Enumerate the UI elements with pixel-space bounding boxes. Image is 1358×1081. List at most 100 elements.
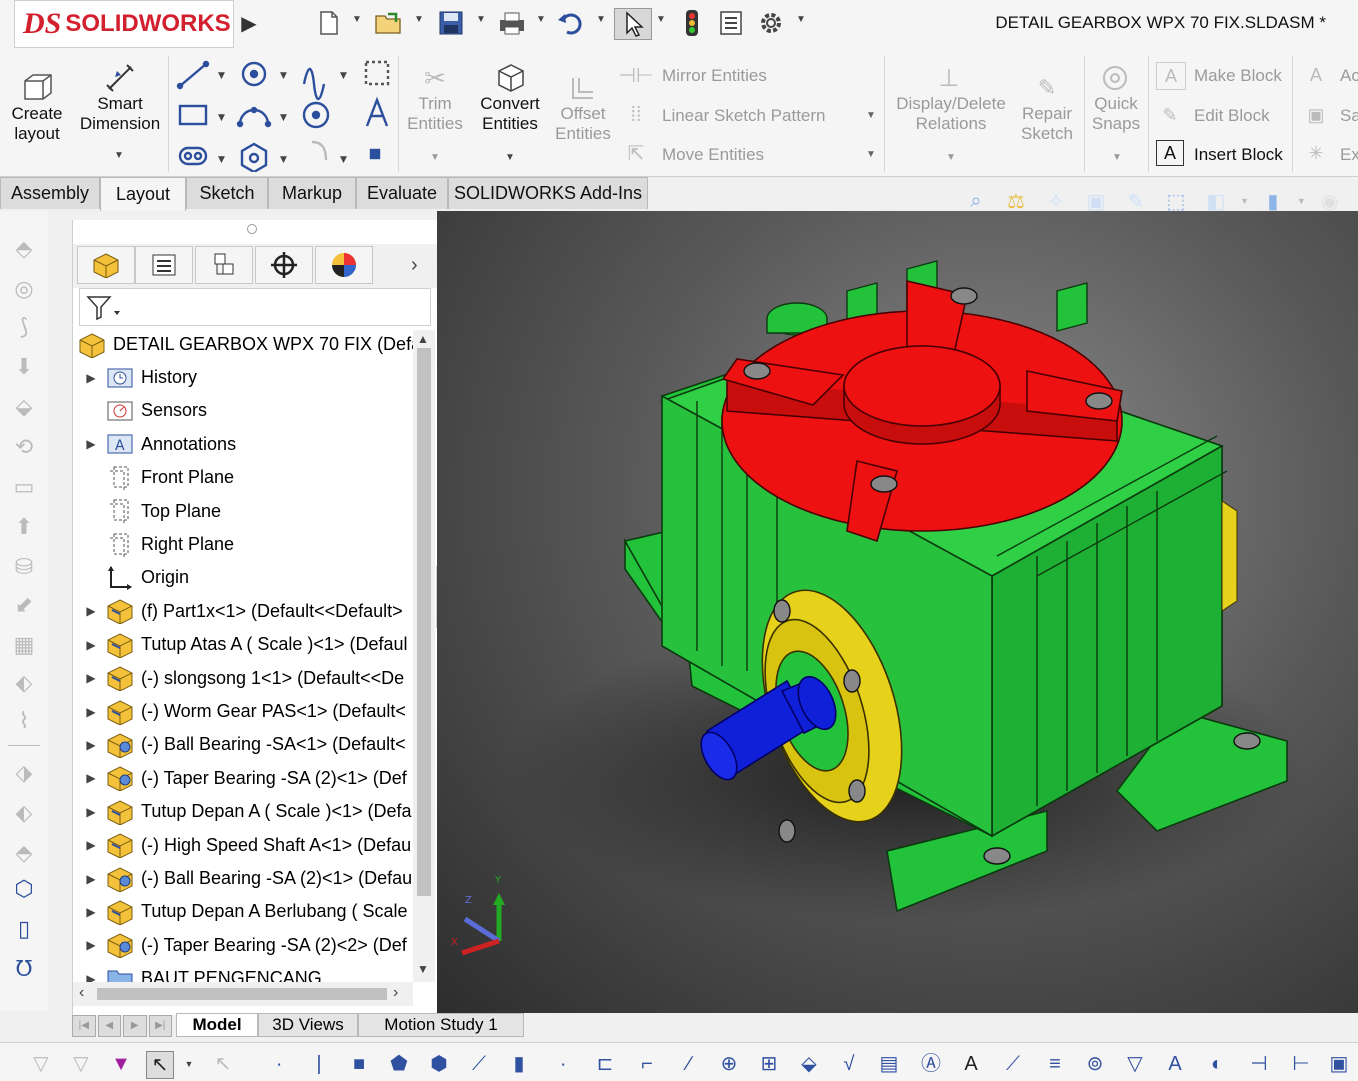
filter-cosmetic-threads-icon[interactable]: ≡ xyxy=(1042,1051,1068,1077)
expand-arrow-icon[interactable]: ▶ xyxy=(77,938,105,952)
tree-item[interactable]: Right Plane xyxy=(73,528,413,561)
solidworks-logo[interactable]: DS SOLIDWORKS xyxy=(14,0,234,48)
filter-routing-points-icon[interactable]: ◐ xyxy=(1204,1051,1230,1077)
tree-item[interactable]: ▶ (-) Worm Gear PAS<1> (Default< xyxy=(73,695,413,728)
tree-item[interactable]: ▶ (-) High Speed Shaft A<1> (Defau xyxy=(73,829,413,862)
add-remove-button[interactable]: Ac xyxy=(1340,66,1358,86)
filter-midpoints-icon[interactable]: ⌐ xyxy=(634,1051,660,1077)
display-manager-tab-icon[interactable] xyxy=(315,246,373,284)
filter-axes-icon[interactable]: ⟋ xyxy=(466,1051,492,1077)
expand-arrow-icon[interactable]: ▶ xyxy=(77,604,105,618)
configuration-manager-tab-icon[interactable] xyxy=(195,246,253,284)
create-layout-button[interactable]: Create layout xyxy=(4,104,70,144)
previous-view-icon[interactable]: ✧ xyxy=(1040,186,1072,216)
filter-surface-finish-icon[interactable]: ⬙ xyxy=(796,1051,822,1077)
tree-item[interactable]: ▶ History xyxy=(73,361,413,394)
smart-dimension-dropdown-icon[interactable]: ▼ xyxy=(114,150,124,161)
scroll-right-icon[interactable]: › xyxy=(393,984,398,1002)
tree-horizontal-scrollbar[interactable]: ‹ › xyxy=(73,982,413,1006)
mate-icon[interactable]: ◎ xyxy=(10,275,38,303)
display-style-icon[interactable]: ◧ xyxy=(1200,186,1232,216)
exploded-view-icon[interactable]: ⬖ xyxy=(10,669,38,697)
filter-center-marks-icon[interactable]: ∕ xyxy=(676,1051,702,1077)
reference-geometry-icon[interactable]: ⛁ xyxy=(10,553,38,581)
expand-arrow-icon[interactable]: ▶ xyxy=(77,738,105,752)
tree-item[interactable]: ▶ (-) Taper Bearing -SA (2)<2> (Def xyxy=(73,929,413,962)
filter-vertices-icon[interactable]: ∙ xyxy=(266,1051,292,1077)
select-dropdown-icon[interactable]: ▼ xyxy=(656,14,666,25)
assembly-features-icon[interactable]: ⬆ xyxy=(10,513,38,541)
clearance-verification-icon[interactable]: ⬖ xyxy=(10,799,38,827)
tree-item[interactable]: ▶ BAUT PENGENCANG xyxy=(73,962,413,982)
gearbox-model[interactable]: Y Z X xyxy=(437,211,1358,1013)
filter-datum-targets-icon[interactable]: ⟋ xyxy=(1000,1051,1026,1077)
rebuild-icon[interactable] xyxy=(680,8,704,38)
file-properties-icon[interactable] xyxy=(716,8,746,38)
filter-solid-bodies-icon[interactable]: ⬢ xyxy=(426,1051,452,1077)
pattern-dropdown-icon[interactable]: ▼ xyxy=(866,110,876,121)
more-tabs-chevron-icon[interactable]: › xyxy=(411,254,418,277)
open-dropdown-icon[interactable]: ▼ xyxy=(414,14,424,25)
linear-pattern-icon[interactable]: ⬇ xyxy=(10,353,38,381)
new-dropdown-icon[interactable]: ▼ xyxy=(352,14,362,25)
filter-centerline-icon[interactable]: ⊕ xyxy=(716,1051,742,1077)
filter-surface-bodies-icon[interactable]: ⬟ xyxy=(386,1051,412,1077)
tab-assembly[interactable]: Assembly xyxy=(0,177,100,209)
graphics-viewport[interactable]: Y Z X xyxy=(437,211,1358,1013)
save-dropdown-icon[interactable]: ▼ xyxy=(476,14,486,25)
tree-item[interactable]: ▶ (-) Taper Bearing -SA (2)<1> (Def xyxy=(73,762,413,795)
linear-sketch-pattern-button[interactable]: Linear Sketch Pattern xyxy=(662,106,825,126)
filter-mesh-vertices-icon[interactable]: ▣ xyxy=(1326,1051,1352,1077)
tab-model[interactable]: Model xyxy=(176,1013,258,1037)
horizontal-scroll-thumb[interactable] xyxy=(97,988,387,1000)
prev-tab-icon[interactable]: ◀ xyxy=(97,1015,121,1037)
tree-item[interactable]: Front Plane xyxy=(73,461,413,494)
expand-arrow-icon[interactable]: ▶ xyxy=(77,638,105,652)
large-assembly-icon[interactable]: ▯ xyxy=(10,915,38,943)
trim-entities-button[interactable]: Trim Entities xyxy=(402,94,468,134)
property-manager-tab-icon[interactable] xyxy=(135,246,193,284)
explode-line-sketch-icon[interactable]: ⌇ xyxy=(10,707,38,735)
select-dropdown-icon[interactable]: ▼ xyxy=(176,1051,202,1077)
first-tab-icon[interactable]: |◀ xyxy=(72,1015,96,1037)
options-dropdown-icon[interactable]: ▼ xyxy=(796,14,806,25)
move-dropdown-icon[interactable]: ▼ xyxy=(866,149,876,160)
last-tab-icon[interactable]: ▶| xyxy=(148,1015,172,1037)
repair-sketch-button[interactable]: Repair Sketch xyxy=(1014,104,1080,144)
tree-item[interactable]: Top Plane xyxy=(73,495,413,528)
interference-detection-icon[interactable]: ⬗ xyxy=(10,759,38,787)
section-view-icon[interactable]: ▣ xyxy=(1080,186,1112,216)
save-icon[interactable] xyxy=(436,8,466,38)
tree-item[interactable]: ▶ (-) Ball Bearing -SA<1> (Default< xyxy=(73,728,413,761)
tab-evaluate[interactable]: Evaluate xyxy=(356,177,448,209)
speedpak-icon[interactable]: ℧ xyxy=(10,955,38,983)
filter-notes-icon[interactable]: ▤ xyxy=(876,1051,902,1077)
move-component-icon[interactable]: ⟲ xyxy=(10,433,38,461)
tree-item[interactable]: ▶ (-) Ball Bearing -SA (2)<1> (Defau xyxy=(73,862,413,895)
convert-dropdown-icon[interactable]: ▼ xyxy=(505,152,515,163)
scroll-down-icon[interactable]: ▼ xyxy=(417,962,429,976)
filter-sketch-segments-icon[interactable]: ⊏ xyxy=(592,1051,618,1077)
new-motion-study-icon[interactable]: ⬋ xyxy=(10,591,38,619)
move-entities-button[interactable]: Move Entities xyxy=(662,145,764,165)
bill-of-materials-icon[interactable]: ▦ xyxy=(10,631,38,659)
make-block-button[interactable]: Make Block xyxy=(1194,66,1282,86)
options-icon[interactable] xyxy=(756,8,786,38)
tab-solidworks-add-ins[interactable]: SOLIDWORKS Add-Ins xyxy=(448,177,648,209)
filter-mesh-facets-icon[interactable]: ⊣ xyxy=(1246,1051,1272,1077)
tab-markup[interactable]: Markup xyxy=(268,177,356,209)
filter-sketch-points-icon[interactable]: ∙ xyxy=(550,1051,576,1077)
insert-component-icon[interactable]: ⬘ xyxy=(10,235,38,263)
filter-edges-icon[interactable]: | xyxy=(306,1051,332,1077)
print-icon[interactable] xyxy=(496,8,528,38)
display-style-dropdown-icon[interactable]: ▼ xyxy=(1240,196,1249,206)
print-dropdown-icon[interactable]: ▼ xyxy=(536,14,546,25)
filter-blocks-icon[interactable]: ⊚ xyxy=(1082,1051,1108,1077)
explode-block-button[interactable]: Ex xyxy=(1340,145,1358,165)
undo-icon[interactable] xyxy=(556,8,586,38)
tree-root-assembly[interactable]: DETAIL GEARBOX WPX 70 FIX (Defaul xyxy=(73,328,413,361)
dimxpert-manager-tab-icon[interactable] xyxy=(255,246,313,284)
tab-sketch[interactable]: Sketch xyxy=(186,177,268,209)
scroll-left-icon[interactable]: ‹ xyxy=(79,984,84,1002)
tab-layout[interactable]: Layout xyxy=(100,177,186,211)
